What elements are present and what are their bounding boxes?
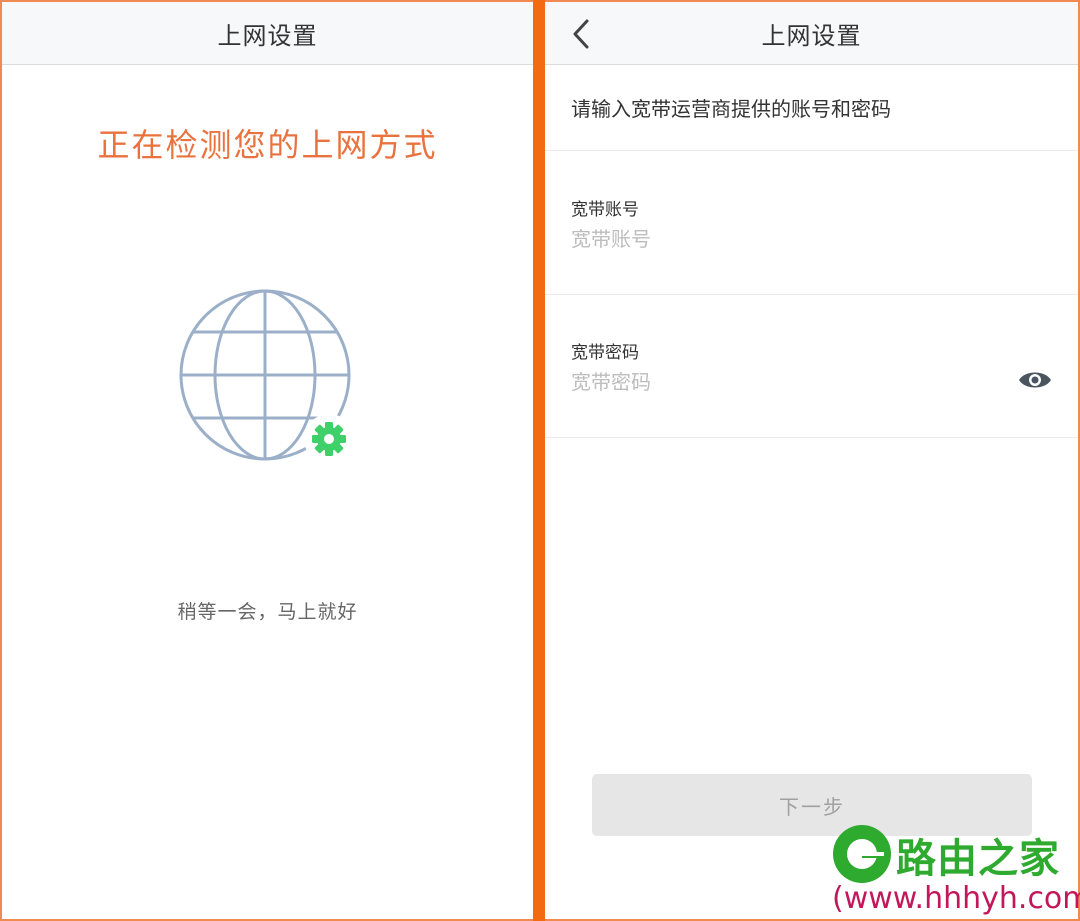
- instruction-text: 请输入宽带运营商提供的账号和密码: [545, 65, 1078, 151]
- detecting-screen: 上网设置 正在检测您的上网方式 稍等一会，马上就好: [0, 0, 533, 921]
- gear-icon: [304, 414, 354, 464]
- site-logo-icon: [833, 825, 891, 883]
- password-label: 宽带密码: [571, 343, 639, 363]
- chevron-left-icon: [573, 19, 589, 49]
- navbar: 上网设置: [545, 2, 1078, 65]
- wait-message: 稍等一会，马上就好: [177, 601, 358, 623]
- detecting-title: 正在检测您的上网方式: [97, 126, 438, 164]
- password-field: 宽带密码: [545, 295, 1078, 438]
- back-button[interactable]: [561, 12, 601, 56]
- account-label: 宽带账号: [571, 200, 639, 220]
- account-field: 宽带账号: [545, 152, 1078, 295]
- eye-icon[interactable]: [1018, 369, 1052, 391]
- screen-divider: [533, 0, 545, 921]
- watermark: 路由之家 (www.hhhyh.com): [826, 818, 1080, 921]
- globe-icon: [179, 289, 354, 464]
- page-title: 上网设置: [217, 21, 318, 50]
- watermark-name: 路由之家: [896, 836, 1060, 882]
- navbar: 上网设置: [2, 2, 533, 65]
- password-input[interactable]: [571, 365, 991, 399]
- account-input[interactable]: [571, 222, 991, 256]
- watermark-url: (www.hhhyh.com): [832, 881, 1080, 916]
- account-setup-screen: 上网设置 请输入宽带运营商提供的账号和密码 宽带账号 宽带密码 下一步: [545, 0, 1080, 921]
- page-title: 上网设置: [761, 21, 862, 50]
